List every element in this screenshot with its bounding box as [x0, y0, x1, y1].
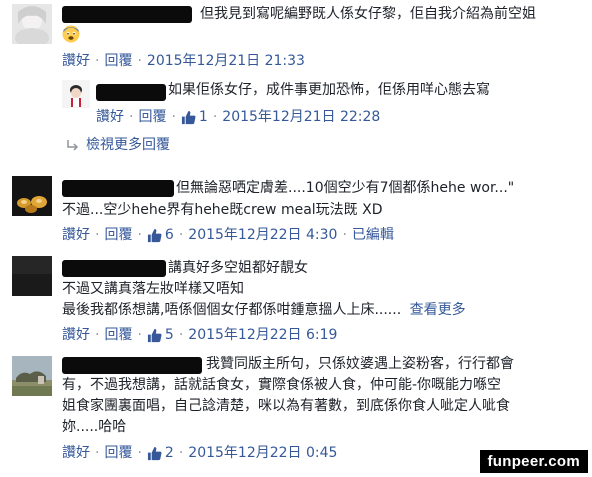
like-count-value: 5: [164, 327, 174, 343]
like-count-value: 6: [164, 227, 174, 243]
redacted-username[interactable]: [62, 180, 174, 197]
separator: ·: [129, 109, 134, 125]
timestamp-link[interactable]: 2015年12月22日 4:30: [188, 226, 337, 244]
like-count-value: 2: [164, 445, 174, 461]
view-more-replies-label: 檢視更多回覆: [86, 137, 170, 153]
reply-button[interactable]: 回覆: [104, 326, 132, 344]
comment-text-line2: 不過...空少hehe界有hehe既crew meal玩法既 XD: [62, 202, 383, 218]
comment-text: 講真好多空姐都好靚女: [168, 260, 308, 276]
fearful-face-emoji: [62, 25, 80, 43]
timestamp-link[interactable]: 2015年12月21日 22:28: [222, 108, 380, 126]
like-button[interactable]: 讚好: [62, 52, 90, 70]
timestamp-link[interactable]: 2015年12月22日 0:45: [188, 444, 337, 462]
avatar[interactable]: [12, 256, 52, 296]
separator: ·: [178, 445, 184, 461]
comment-actions: 讚好 · 回覆 · 6 · 2015年12月22日 4:30 · 已編輯: [62, 226, 394, 244]
like-count[interactable]: 1: [181, 108, 208, 126]
separator: ·: [95, 445, 100, 461]
separator: ·: [137, 53, 142, 69]
avatar[interactable]: [12, 176, 52, 216]
comment-text: 但我見到寫呢編野既人係女仔黎，佢自我介紹為前空姐: [200, 6, 536, 22]
redacted-username[interactable]: [96, 84, 166, 101]
reply-arrow-icon: [67, 140, 79, 151]
separator: ·: [178, 227, 184, 243]
edited-label[interactable]: 已編輯: [352, 226, 394, 244]
like-count[interactable]: 5: [147, 326, 174, 344]
avatar[interactable]: [12, 356, 52, 396]
comment-text-line2: 有，不過我想講，話就話食女，實際食係被人食，仲可能-你嘅能力喺空: [62, 377, 502, 393]
comment-text: 我贊同版主所句，只係妏婆遇上姿粉客，行行都會: [206, 356, 514, 372]
reply-button[interactable]: 回覆: [104, 444, 132, 462]
like-count[interactable]: 6: [147, 226, 174, 244]
separator: ·: [95, 327, 100, 343]
separator: ·: [212, 109, 218, 125]
comment-actions: 讚好 · 回覆 · 2 · 2015年12月22日 0:45: [62, 444, 337, 462]
avatar[interactable]: [62, 80, 90, 108]
comment-text: 如果佢係女仔，成件事更加恐怖，佢係用咩心態去寫: [168, 82, 490, 98]
redacted-username[interactable]: [62, 357, 202, 374]
separator: ·: [137, 327, 142, 343]
reply-button[interactable]: 回覆: [138, 108, 166, 126]
separator: ·: [342, 227, 347, 243]
thumbs-up-icon: [147, 328, 162, 342]
separator: ·: [171, 109, 176, 125]
comment-text-line3: 最後我都係想講,唔係個個女仔都係咁鍾意搵人上床...... 查看更多: [62, 302, 466, 318]
comment-text: 但無論惡哂定膚差....10個空少有7個都係hehe wor...": [176, 180, 515, 196]
like-button[interactable]: 讚好: [62, 444, 90, 462]
see-more-link[interactable]: 查看更多: [410, 302, 466, 318]
separator: ·: [137, 227, 142, 243]
redacted-username[interactable]: [62, 260, 166, 277]
like-button[interactable]: 讚好: [96, 108, 124, 126]
redacted-username[interactable]: [62, 6, 192, 23]
separator: ·: [95, 227, 100, 243]
separator: ·: [95, 53, 100, 69]
reply-button[interactable]: 回覆: [104, 52, 132, 70]
comment-text-line2: 不過又講真落左妝咩樣又唔知: [62, 281, 244, 297]
comment-actions: 讚好 · 回覆 · 1 · 2015年12月21日 22:28: [96, 108, 380, 126]
thumbs-up-icon: [147, 446, 162, 460]
reply-button[interactable]: 回覆: [104, 226, 132, 244]
comment-text-line2: [62, 25, 80, 47]
timestamp-link[interactable]: 2015年12月21日 21:33: [147, 52, 305, 70]
like-button[interactable]: 讚好: [62, 326, 90, 344]
like-button[interactable]: 讚好: [62, 226, 90, 244]
thumbs-up-icon: [147, 228, 162, 242]
timestamp-link[interactable]: 2015年12月22日 6:19: [188, 326, 337, 344]
like-count[interactable]: 2: [147, 444, 174, 462]
comment-text-line4: 妳.....哈哈: [62, 419, 127, 435]
watermark: funpeer.com: [479, 450, 588, 473]
comment-text-line3: 姐食家團裏面唱，自己諗清楚，咪以為有著數，到底係你食人呲定人呲食: [62, 398, 510, 414]
separator: ·: [137, 445, 142, 461]
separator: ·: [178, 327, 184, 343]
thumbs-up-icon: [181, 110, 196, 124]
like-count-value: 1: [198, 109, 208, 125]
comment-actions: 讚好 · 回覆 · 2015年12月21日 21:33: [62, 52, 305, 70]
comment-actions: 讚好 · 回覆 · 5 · 2015年12月22日 6:19: [62, 326, 337, 344]
view-more-replies-link[interactable]: 檢視更多回覆: [66, 136, 170, 154]
avatar[interactable]: [12, 4, 52, 44]
